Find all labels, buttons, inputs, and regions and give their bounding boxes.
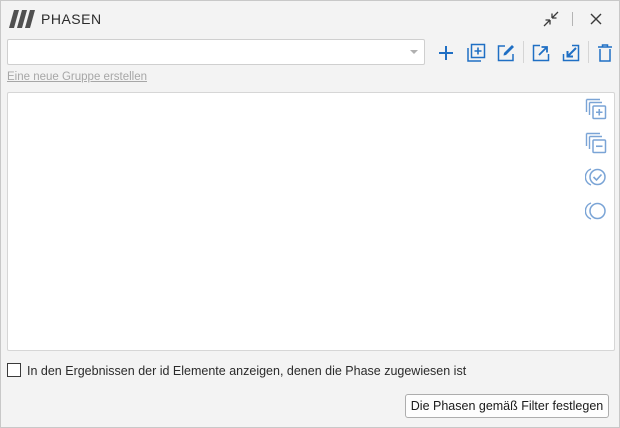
- phasen-window: PHASEN Eine neue Gruppe erstellen In den…: [0, 0, 620, 428]
- titlebar-separator: [572, 12, 573, 26]
- app-logo-icon: [9, 10, 35, 28]
- toolbar-separator: [588, 41, 589, 63]
- uncheck-all-button[interactable]: [584, 199, 608, 223]
- chevron-down-icon: [410, 50, 418, 54]
- export-icon: [532, 44, 550, 62]
- window-title: PHASEN: [41, 11, 102, 27]
- edit-group-button[interactable]: [493, 40, 519, 66]
- delete-icon: [598, 44, 612, 62]
- export-button[interactable]: [528, 40, 554, 66]
- phases-list-panel[interactable]: [7, 92, 615, 351]
- delete-group-button[interactable]: [592, 40, 618, 66]
- show-elements-checkbox[interactable]: [7, 363, 21, 377]
- collapse-all-icon: [585, 132, 607, 154]
- add-icon: [439, 46, 453, 60]
- apply-filter-button[interactable]: Die Phasen gemäß Filter festlegen: [405, 394, 609, 418]
- close-icon: [590, 13, 602, 25]
- edit-icon: [497, 45, 514, 62]
- uncheck-all-icon: [585, 202, 606, 220]
- toolbar-separator: [523, 41, 524, 63]
- minimize-button[interactable]: [540, 8, 562, 30]
- check-all-icon: [585, 168, 606, 186]
- import-button[interactable]: [558, 40, 584, 66]
- close-button[interactable]: [585, 8, 607, 30]
- collapse-arrows-icon: [543, 11, 559, 27]
- expand-all-button[interactable]: [584, 97, 608, 121]
- check-all-button[interactable]: [584, 165, 608, 189]
- expand-all-icon: [585, 98, 607, 120]
- create-group-link[interactable]: Eine neue Gruppe erstellen: [7, 71, 147, 83]
- import-icon: [562, 44, 580, 62]
- add-group-button[interactable]: [433, 40, 459, 66]
- duplicate-group-button[interactable]: [463, 40, 489, 66]
- group-select[interactable]: [7, 39, 425, 65]
- show-elements-checkbox-label[interactable]: In den Ergebnissen der id Elemente anzei…: [27, 364, 466, 378]
- duplicate-icon: [467, 43, 486, 62]
- collapse-all-button[interactable]: [584, 131, 608, 155]
- title-bar: PHASEN: [1, 1, 619, 35]
